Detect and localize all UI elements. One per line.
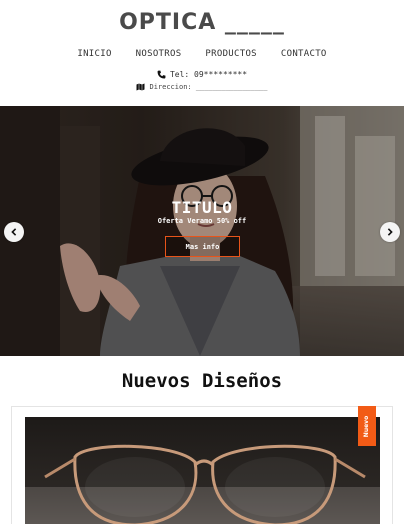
brand-logo[interactable]: OPTICA _____	[0, 10, 404, 35]
main-nav: INICIO NOSOTROS PRODUCTOS CONTACTO	[0, 49, 404, 59]
address-text: Direccion: _________________	[149, 83, 268, 91]
hero-title: TITULO	[171, 198, 233, 217]
carousel-next-button[interactable]	[380, 222, 400, 242]
phone-text: Tel: 09*********	[169, 70, 248, 79]
hero-overlay	[0, 106, 404, 356]
new-badge: Nuevo	[358, 406, 376, 446]
section-title: Nuevos Diseños	[121, 370, 283, 392]
nav-item-nosotros[interactable]: NOSOTROS	[124, 49, 194, 59]
carousel-prev-button[interactable]	[4, 222, 24, 242]
nav-item-inicio[interactable]: INICIO	[65, 49, 123, 59]
nav-item-productos[interactable]: PRODUCTOS	[193, 49, 268, 59]
mas-info-button[interactable]: Mas info	[165, 236, 240, 257]
hero-carousel: TITULO Oferta Veramo 50% off Mas info	[0, 106, 404, 356]
site-header: OPTICA _____ INICIO NOSOTROS PRODUCTOS C…	[0, 0, 404, 106]
contact-phone: Tel: 09*********	[0, 70, 404, 79]
nav-item-contacto[interactable]: CONTACTO	[269, 49, 339, 59]
hero-subtitle: Oferta Veramo 50% off	[157, 217, 247, 225]
map-icon	[136, 83, 145, 91]
phone-icon	[157, 70, 166, 79]
contact-address: Direccion: _________________	[0, 83, 404, 91]
product-image	[25, 417, 380, 524]
product-card[interactable]	[11, 406, 393, 524]
chevron-right-icon	[387, 228, 393, 236]
chevron-left-icon	[11, 228, 17, 236]
new-badge-label: Nuevo	[363, 415, 371, 437]
